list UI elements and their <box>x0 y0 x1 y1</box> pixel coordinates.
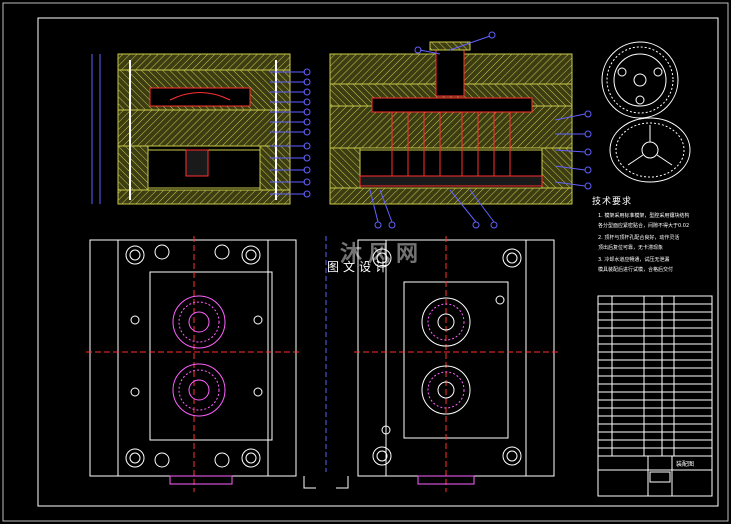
watermark-text: 图文设计 <box>327 260 392 274</box>
tech-note-3: 2. 顶杆与顶杆孔配合良好，动作灵活 <box>598 235 680 241</box>
section-view-right <box>329 31 592 229</box>
tech-note-4: 顶出后复位可靠，无卡滞现象 <box>598 245 664 251</box>
parts-list-table <box>597 295 713 457</box>
part-view-top <box>601 41 679 119</box>
tech-note-2: 各分型面应紧密贴合，间隙不得大于0.02 <box>598 223 690 229</box>
tech-requirements-title: 技术要求 <box>592 197 633 207</box>
title-block <box>597 455 713 497</box>
tech-note-1: 1. 模架采用标准模架，型腔采用镶块结构 <box>598 213 690 219</box>
tech-note-6: 模具装配后进行试模，合格后交付 <box>598 267 674 273</box>
plan-view-left <box>86 236 300 492</box>
section-view-left <box>91 53 311 205</box>
part-view-bottom <box>609 117 691 183</box>
title-block-drawing-title: 装配图 <box>676 460 694 468</box>
tech-note-5: 3. 冷却水道应畅通，试压无泄漏 <box>598 257 670 263</box>
